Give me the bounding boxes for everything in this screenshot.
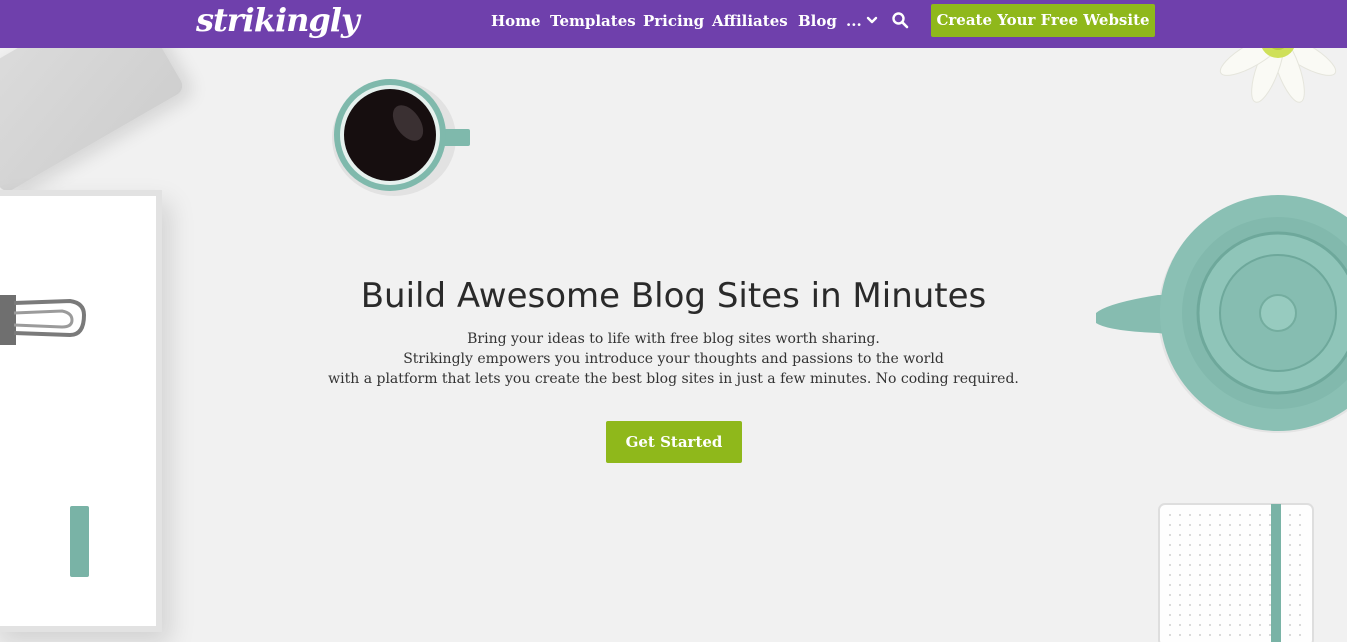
coffee-cup-image — [332, 79, 470, 196]
top-navigation-bar: strikingly Home Templates Pricing Affili… — [0, 0, 1347, 48]
get-started-button[interactable]: Get Started — [606, 421, 742, 463]
strikingly-logo[interactable]: strikingly — [196, 0, 360, 40]
hero-title: Build Awesome Blog Sites in Minutes — [360, 276, 987, 316]
nav-more-menu[interactable]: ... — [846, 11, 862, 31]
nav-link-affiliates[interactable]: Affiliates — [712, 11, 788, 31]
chevron-down-icon[interactable] — [866, 12, 878, 28]
hero-subtitle-line-3: with a platform that lets you create the… — [328, 371, 1019, 387]
nav-link-blog[interactable]: Blog — [798, 11, 837, 31]
nav-link-templates[interactable]: Templates — [550, 11, 636, 31]
teal-eraser-image — [70, 506, 89, 577]
search-icon[interactable] — [891, 11, 909, 29]
dotted-notebook-image — [1158, 503, 1314, 642]
create-free-website-button[interactable]: Create Your Free Website — [931, 4, 1155, 37]
nav-link-home[interactable]: Home — [491, 11, 541, 31]
hero-subtitle: Bring your ideas to life with free blog … — [0, 329, 1347, 389]
hero-subtitle-line-2: Strikingly empowers you introduce your t… — [403, 351, 944, 367]
nav-link-pricing[interactable]: Pricing — [643, 11, 704, 31]
hero-subtitle-line-1: Bring your ideas to life with free blog … — [467, 331, 880, 347]
